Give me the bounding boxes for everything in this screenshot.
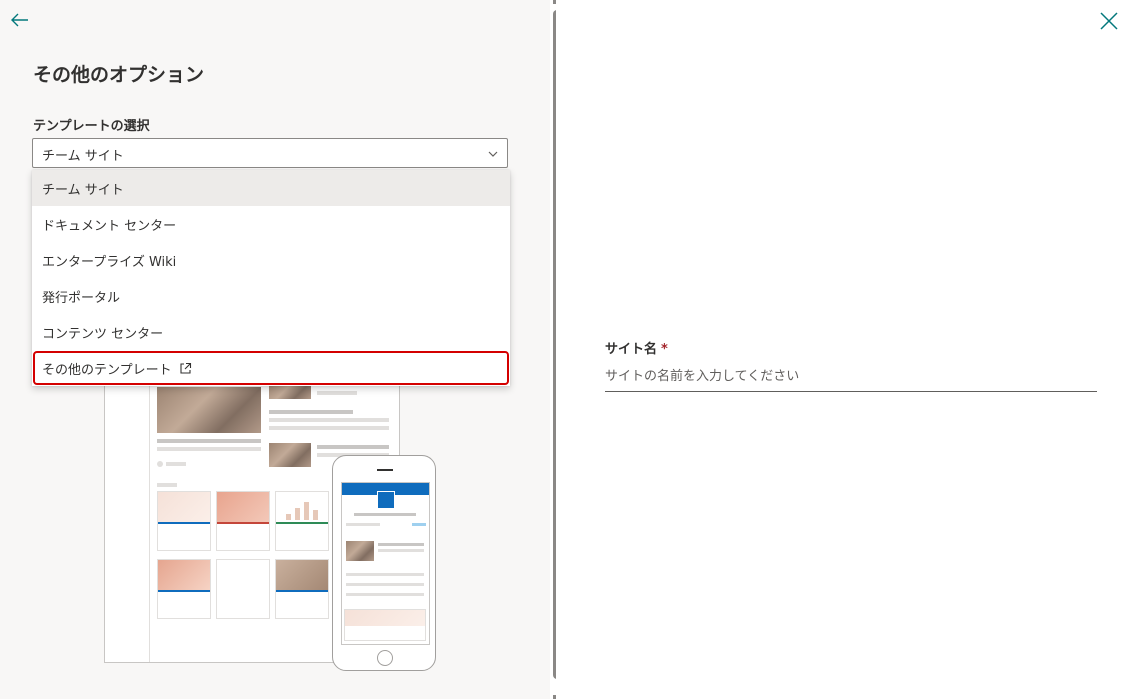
template-option-document-center[interactable]: ドキュメント センター (32, 206, 510, 242)
site-name-label: サイト名 * (605, 338, 668, 357)
bar-chart-icon (286, 502, 318, 520)
template-option-more-templates[interactable]: その他のテンプレート (32, 350, 510, 386)
preview-text-line (157, 447, 261, 451)
close-icon (1100, 12, 1118, 30)
preview-section-header (157, 483, 177, 487)
preview-text-line (317, 445, 389, 449)
option-label: コンテンツ センター (42, 326, 164, 342)
template-option-enterprise-wiki[interactable]: エンタープライズ Wiki (32, 242, 510, 278)
option-label: その他のテンプレート (42, 362, 172, 378)
preview-card (344, 609, 426, 641)
template-option-team-site[interactable]: チーム サイト (32, 170, 510, 206)
preview-text-line (378, 549, 424, 552)
preview-card (157, 559, 211, 619)
external-link-icon (180, 362, 191, 374)
preview-news-image (269, 443, 311, 467)
site-name-input[interactable] (605, 362, 1097, 392)
preview-text-line (166, 462, 186, 466)
preview-text-line (269, 410, 353, 414)
preview-nav-rail (149, 381, 150, 662)
preview-card (216, 559, 270, 619)
preview-avatar-dot (157, 461, 163, 467)
preview-text-line (269, 418, 389, 422)
close-button[interactable] (1094, 6, 1124, 36)
chevron-down-icon (488, 151, 498, 157)
option-label: 発行ポータル (42, 290, 121, 306)
preview-hero-image (157, 387, 261, 433)
preview-text-line (346, 583, 424, 586)
option-label: ドキュメント センター (42, 218, 177, 234)
preview-text-line (412, 523, 426, 526)
preview-text-line (378, 543, 424, 546)
template-options-panel: その他のオプション テンプレートの選択 チーム サイト チーム サイト ドキュメ… (0, 0, 556, 699)
phone-preview-image (332, 455, 436, 671)
template-select-label: テンプレートの選択 (33, 119, 150, 134)
phone-screen (341, 482, 430, 645)
preview-card (275, 491, 329, 551)
template-option-content-center[interactable]: コンテンツ センター (32, 314, 510, 350)
preview-text-line (317, 391, 357, 395)
preview-text-line (346, 593, 424, 596)
template-option-publishing-portal[interactable]: 発行ポータル (32, 278, 510, 314)
option-label: チーム サイト (42, 182, 124, 198)
site-logo-icon (377, 491, 395, 509)
panel-title: その他のオプション (33, 64, 205, 86)
preview-text-line (269, 426, 389, 430)
back-button[interactable] (6, 6, 34, 34)
template-select-value: チーム サイト (42, 149, 124, 164)
phone-home-button (377, 650, 393, 666)
option-label: エンタープライズ Wiki (42, 254, 177, 270)
preview-card (157, 491, 211, 551)
phone-speaker (377, 469, 393, 471)
template-dropdown-list: チーム サイト ドキュメント センター エンタープライズ Wiki 発行ポータル… (32, 170, 510, 386)
preview-card (216, 491, 270, 551)
preview-text-line (157, 439, 261, 443)
required-mark: * (661, 342, 668, 357)
arrow-left-icon (11, 13, 28, 27)
preview-card (275, 559, 329, 619)
preview-text-line (346, 573, 424, 576)
preview-text-line (346, 523, 380, 526)
preview-text-line (354, 513, 416, 516)
preview-news-image (346, 541, 374, 561)
site-name-label-text: サイト名 (605, 342, 658, 357)
template-select[interactable]: チーム サイト (32, 138, 508, 168)
